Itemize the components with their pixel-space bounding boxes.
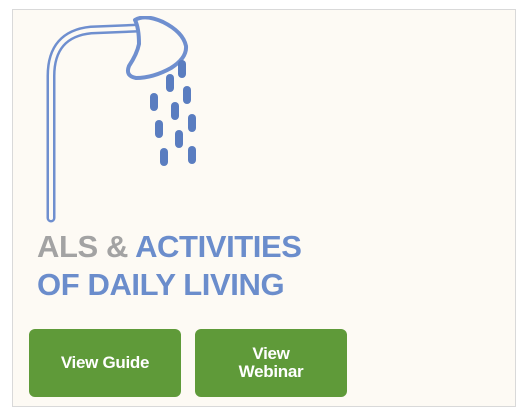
view-guide-label: View Guide: [60, 353, 150, 372]
view-webinar-label: View Webinar: [238, 344, 304, 381]
card-title-line2: OF DAILY LIVING: [37, 267, 285, 302]
card-title: ALS & ACTIVITIES OF DAILY LIVING: [37, 228, 302, 304]
title-als-text: ALS &: [37, 229, 136, 264]
title-activities-text: ACTIVITIES: [135, 229, 302, 264]
view-guide-button[interactable]: View Guide: [29, 329, 181, 397]
shower-icon: [46, 16, 196, 223]
view-webinar-button[interactable]: View Webinar: [195, 329, 347, 397]
card-title-line1: ALS & ACTIVITIES: [37, 228, 302, 266]
resource-card: ALS & ACTIVITIES OF DAILY LIVING View Gu…: [12, 9, 516, 407]
